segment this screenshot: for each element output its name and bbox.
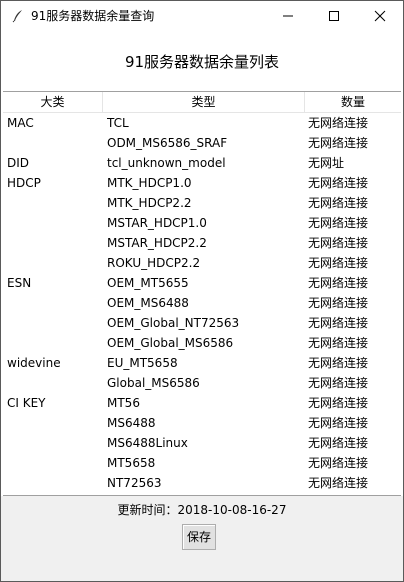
table-row[interactable]: MT5658 无网络连接 xyxy=(3,453,401,473)
cell-count: 无网络连接 xyxy=(308,176,369,190)
table-row[interactable]: ODM_MS6586_SRAF 无网络连接 xyxy=(3,133,401,153)
cell-count: 无网络连接 xyxy=(308,256,369,270)
maximize-button[interactable] xyxy=(311,1,357,31)
cell-category xyxy=(7,193,101,213)
table-row[interactable]: ESN OEM_MT5655 无网络连接 xyxy=(3,273,401,293)
cell-type: MT56 xyxy=(107,396,140,410)
cell-count: 无网络连接 xyxy=(308,356,369,370)
cell-category xyxy=(7,373,101,393)
table-row[interactable]: widevine EU_MT5658 无网络连接 xyxy=(3,353,401,373)
minimize-icon xyxy=(282,7,294,26)
cell-type: OEM_Global_MS6586 xyxy=(107,336,234,350)
maximize-icon xyxy=(328,7,340,26)
cell-category xyxy=(7,333,101,353)
cell-category: MAC xyxy=(7,116,34,130)
cell-category xyxy=(7,413,101,433)
cell-count: 无网络连接 xyxy=(308,276,369,290)
cell-category xyxy=(7,233,101,253)
cell-count: 无网络连接 xyxy=(308,136,369,150)
cell-category xyxy=(7,293,101,313)
column-header-type[interactable]: 类型 xyxy=(103,92,305,112)
table-row[interactable]: OEM_Global_NT72563 无网络连接 xyxy=(3,313,401,333)
cell-category: HDCP xyxy=(7,176,41,190)
cell-count: 无网络连接 xyxy=(308,336,369,350)
cell-category xyxy=(7,253,101,273)
table-row[interactable]: DID tcl_unknown_model 无网址 xyxy=(3,153,401,173)
cell-count: 无网络连接 xyxy=(308,396,369,410)
table-row[interactable]: MSTAR_HDCP1.0 无网络连接 xyxy=(3,213,401,233)
cell-count: 无网络连接 xyxy=(308,416,369,430)
feather-icon xyxy=(11,8,25,23)
table-row[interactable]: ROKU_HDCP2.2 无网络连接 xyxy=(3,253,401,273)
cell-type: MTK_HDCP1.0 xyxy=(107,176,192,190)
cell-count: 无网络连接 xyxy=(308,316,369,330)
cell-category xyxy=(7,133,101,153)
main-content: 91服务器数据余量列表 大类 类型 数量 MAC TCL 无网络连接 ODM_MS65… xyxy=(1,31,403,581)
cell-count: 无网络连接 xyxy=(308,216,369,230)
cell-category xyxy=(7,433,101,453)
save-button[interactable]: 保存 xyxy=(182,524,216,550)
cell-count: 无网络连接 xyxy=(308,476,369,490)
cell-count: 无网络连接 xyxy=(308,296,369,310)
cell-type: MTK_HDCP2.2 xyxy=(107,196,192,210)
cell-category: widevine xyxy=(7,356,61,370)
cell-category: ESN xyxy=(7,276,32,290)
cell-type: NT72563 xyxy=(107,476,162,490)
data-table[interactable]: 大类 类型 数量 MAC TCL 无网络连接 ODM_MS6586_SRAF 无网络连接… xyxy=(3,91,401,496)
cell-count: 无网址 xyxy=(308,156,345,170)
cell-type: OEM_MS6488 xyxy=(107,296,189,310)
table-row[interactable]: MS6488Linux 无网络连接 xyxy=(3,433,401,453)
cell-type: OEM_Global_NT72563 xyxy=(107,316,240,330)
cell-count: 无网络连接 xyxy=(308,116,369,130)
column-header-category[interactable]: 大类 xyxy=(3,92,103,112)
title-bar[interactable]: 91服务器数据余量查询 xyxy=(1,1,403,31)
table-row[interactable]: OEM_MS6488 无网络连接 xyxy=(3,293,401,313)
window-title: 91服务器数据余量查询 xyxy=(31,9,155,23)
cell-category xyxy=(7,213,101,233)
table-row[interactable]: MAC TCL 无网络连接 xyxy=(3,113,401,133)
cell-count: 无网络连接 xyxy=(308,456,369,470)
cell-type: MS6488 xyxy=(107,416,156,430)
cell-category xyxy=(7,313,101,333)
cell-count: 无网络连接 xyxy=(308,196,369,210)
cell-category: CI KEY xyxy=(7,396,46,410)
cell-type: ROKU_HDCP2.2 xyxy=(107,256,201,270)
close-button[interactable] xyxy=(357,1,403,31)
cell-category: DID xyxy=(7,156,30,170)
close-icon xyxy=(374,7,386,26)
cell-type: MT5658 xyxy=(107,456,156,470)
table-row[interactable]: OEM_Global_MS6586 无网络连接 xyxy=(3,333,401,353)
table-row[interactable]: MS6488 无网络连接 xyxy=(3,413,401,433)
update-time-label: 更新时间：2018-10-08-16-27 xyxy=(117,503,287,517)
column-header-count[interactable]: 数量 xyxy=(305,92,401,112)
table-header: 大类 类型 数量 xyxy=(3,92,401,113)
cell-count: 无网络连接 xyxy=(308,376,369,390)
table-body: MAC TCL 无网络连接 ODM_MS6586_SRAF 无网络连接 DID tcl_un… xyxy=(3,113,401,493)
cell-type: MS6488Linux xyxy=(107,436,188,450)
cell-type: MSTAR_HDCP2.2 xyxy=(107,236,207,250)
cell-count: 无网络连接 xyxy=(308,436,369,450)
cell-type: Global_MS6586 xyxy=(107,376,200,390)
page-title: 91服务器数据余量列表 xyxy=(124,53,280,71)
cell-category xyxy=(7,453,101,473)
cell-type: TCL xyxy=(107,116,129,130)
cell-type: OEM_MT5655 xyxy=(107,276,189,290)
table-row[interactable]: MTK_HDCP2.2 无网络连接 xyxy=(3,193,401,213)
cell-type: tcl_unknown_model xyxy=(107,156,226,170)
footer: 更新时间：2018-10-08-16-27 保存 xyxy=(1,496,403,581)
cell-category xyxy=(7,473,101,493)
minimize-button[interactable] xyxy=(265,1,311,31)
table-row[interactable]: CI KEY MT56 无网络连接 xyxy=(3,393,401,413)
cell-type: EU_MT5658 xyxy=(107,356,178,370)
table-row[interactable]: Global_MS6586 无网络连接 xyxy=(3,373,401,393)
table-row[interactable]: MSTAR_HDCP2.2 无网络连接 xyxy=(3,233,401,253)
cell-type: ODM_MS6586_SRAF xyxy=(107,136,228,150)
cell-count: 无网络连接 xyxy=(308,236,369,250)
table-row[interactable]: NT72563 无网络连接 xyxy=(3,473,401,493)
app-window: 91服务器数据余量查询 91服务器数据余量列表 大类 类型 数量 MAC TCL… xyxy=(0,0,404,582)
cell-type: MSTAR_HDCP1.0 xyxy=(107,216,207,230)
table-row[interactable]: HDCP MTK_HDCP1.0 无网络连接 xyxy=(3,173,401,193)
